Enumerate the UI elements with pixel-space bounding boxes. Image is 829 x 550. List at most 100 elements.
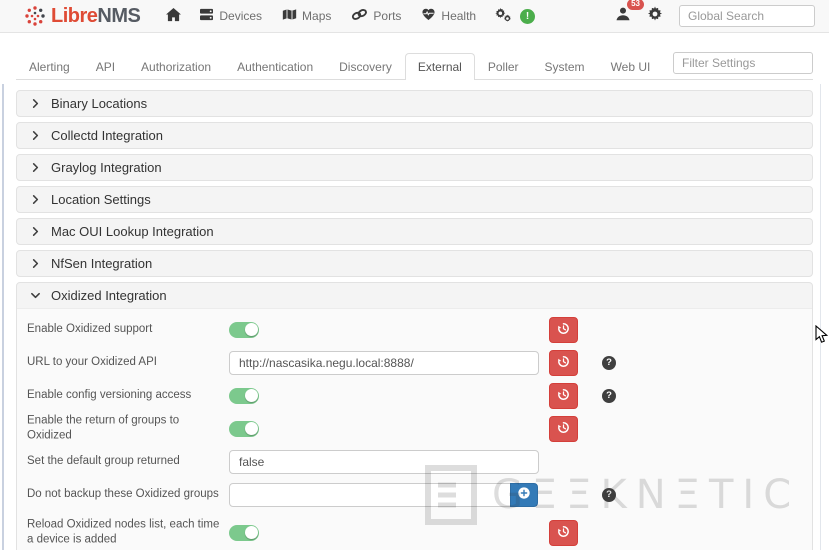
nav-ports-label: Ports [373,9,402,23]
navbar-right: 53 [615,0,821,27]
tab-api[interactable]: API [83,53,128,80]
history-icon [557,421,570,437]
section-location-settings: Location Settings [16,186,813,213]
section-header-oxidized-integration[interactable]: Oxidized Integration [17,283,812,308]
tab-authentication[interactable]: Authentication [224,53,326,80]
section-label: Oxidized Integration [51,288,167,303]
nav-devices-label: Devices [219,9,263,23]
reset-button[interactable] [549,415,578,442]
section-oxidized-integration: Oxidized Integration Enable Oxidized supp… [16,282,813,550]
tab-authorization[interactable]: Authorization [128,53,224,80]
text-input[interactable] [229,449,539,474]
tab-poller[interactable]: Poller [475,53,532,80]
setting-label: Enable config versioning access [27,388,192,401]
tab-web-ui[interactable]: Web UI [598,53,664,80]
setting-control [229,350,539,375]
gear-icon[interactable] [647,6,663,27]
text-input[interactable] [229,350,539,375]
user-menu[interactable]: 53 [615,0,644,27]
librenms-logo-icon [25,6,45,26]
section-label: Graylog Integration [51,160,162,175]
toggle-switch[interactable] [229,387,259,404]
help-icon[interactable]: ? [602,388,616,403]
toggle-knob [244,389,258,402]
global-search-input[interactable] [679,5,815,27]
setting-control [229,449,539,474]
tab-discovery[interactable]: Discovery [326,53,405,80]
setting-row-set-the-default-group-returned: Set the default group returned [17,445,812,478]
tab-bar: Alerting API Authorization Authentication Di… [16,52,813,80]
history-icon [557,322,570,338]
section-header-location-settings[interactable]: Location Settings [17,187,812,212]
tab-external[interactable]: External [404,53,475,80]
reset-button[interactable] [549,316,578,343]
setting-label: URL to your Oxidized API [27,355,157,368]
nav-devices[interactable]: Devices [189,0,272,33]
home-icon [166,7,182,25]
brand-text: LibreNMS [51,4,141,27]
filter-settings-input[interactable] [673,52,813,74]
window-edge-left [2,84,4,550]
health-icon [421,8,436,24]
history-icon [557,388,570,404]
section-mac-oui-lookup-integration: Mac OUI Lookup Integration [16,218,813,245]
section-collectd-integration: Collectd Integration [16,122,813,149]
chevron-right-icon [30,162,41,173]
setting-label: Enable Oxidized support [27,322,153,335]
setting-control [229,482,538,507]
mouse-cursor [815,324,829,349]
setting-label: Enable the return of groups to Oxidized [27,413,180,442]
section-label: Location Settings [51,192,151,207]
toggle-knob [244,526,258,539]
validation-status-icon[interactable]: ! [520,8,536,24]
add-button[interactable] [510,482,538,507]
section-header-mac-oui-lookup-integration[interactable]: Mac OUI Lookup Integration [17,219,812,244]
section-header-graylog-integration[interactable]: Graylog Integration [17,155,812,180]
history-icon [557,525,570,541]
tab-system[interactable]: System [532,53,598,80]
text-input[interactable] [229,482,511,507]
section-label: Mac OUI Lookup Integration [51,224,214,239]
section-header-collectd-integration[interactable]: Collectd Integration [17,123,812,148]
section-binary-locations: Binary Locations [16,90,813,117]
section-header-binary-locations[interactable]: Binary Locations [17,91,812,116]
reset-button[interactable] [549,382,578,409]
nav-health[interactable]: Health [411,0,486,33]
chevron-right-icon [30,194,41,205]
chevron-right-icon [30,130,41,141]
reset-button[interactable] [549,349,578,376]
setting-control [229,420,259,437]
section-nfsen-integration: NfSen Integration [16,250,813,277]
maps-icon [282,8,297,24]
sections: Binary Locations Collectd Integration Gray… [16,90,813,550]
chevron-right-icon [30,258,41,269]
nav-health-label: Health [441,9,477,23]
toggle-switch[interactable] [229,524,259,541]
toggle-switch[interactable] [229,321,259,338]
section-label: NfSen Integration [51,256,153,271]
section-label: Collectd Integration [51,128,164,143]
nav-home[interactable] [158,0,189,33]
plus-circle-icon [517,486,531,503]
nav-maps[interactable]: Maps [272,0,341,33]
history-icon [557,355,570,371]
section-label: Binary Locations [51,96,148,111]
setting-row-reload-oxidized-nodes-list-each-time-a-device-is-added: Reload Oxidized nodes list, each time a … [17,511,812,550]
setting-label: Do not backup these Oxidized groups [27,487,219,500]
section-body-oxidized-integration: Enable Oxidized support URL to your Oxidi… [17,308,812,550]
help-icon[interactable]: ? [602,355,616,370]
nav-settings-cogs[interactable] [486,0,520,33]
nav-ports[interactable]: Ports [341,0,411,33]
toggle-switch[interactable] [229,420,259,437]
reset-button[interactable] [549,519,578,546]
window-edge-right [820,84,821,550]
setting-row-enable-oxidized-support: Enable Oxidized support [17,313,812,346]
tab-alerting[interactable]: Alerting [16,53,83,80]
setting-control [229,321,259,338]
librenms-logo[interactable]: LibreNMS [24,4,141,28]
setting-control [229,524,259,541]
section-header-nfsen-integration[interactable]: NfSen Integration [17,251,812,276]
nav-maps-label: Maps [302,9,332,23]
toggle-knob [244,422,258,435]
help-icon[interactable]: ? [602,487,616,502]
